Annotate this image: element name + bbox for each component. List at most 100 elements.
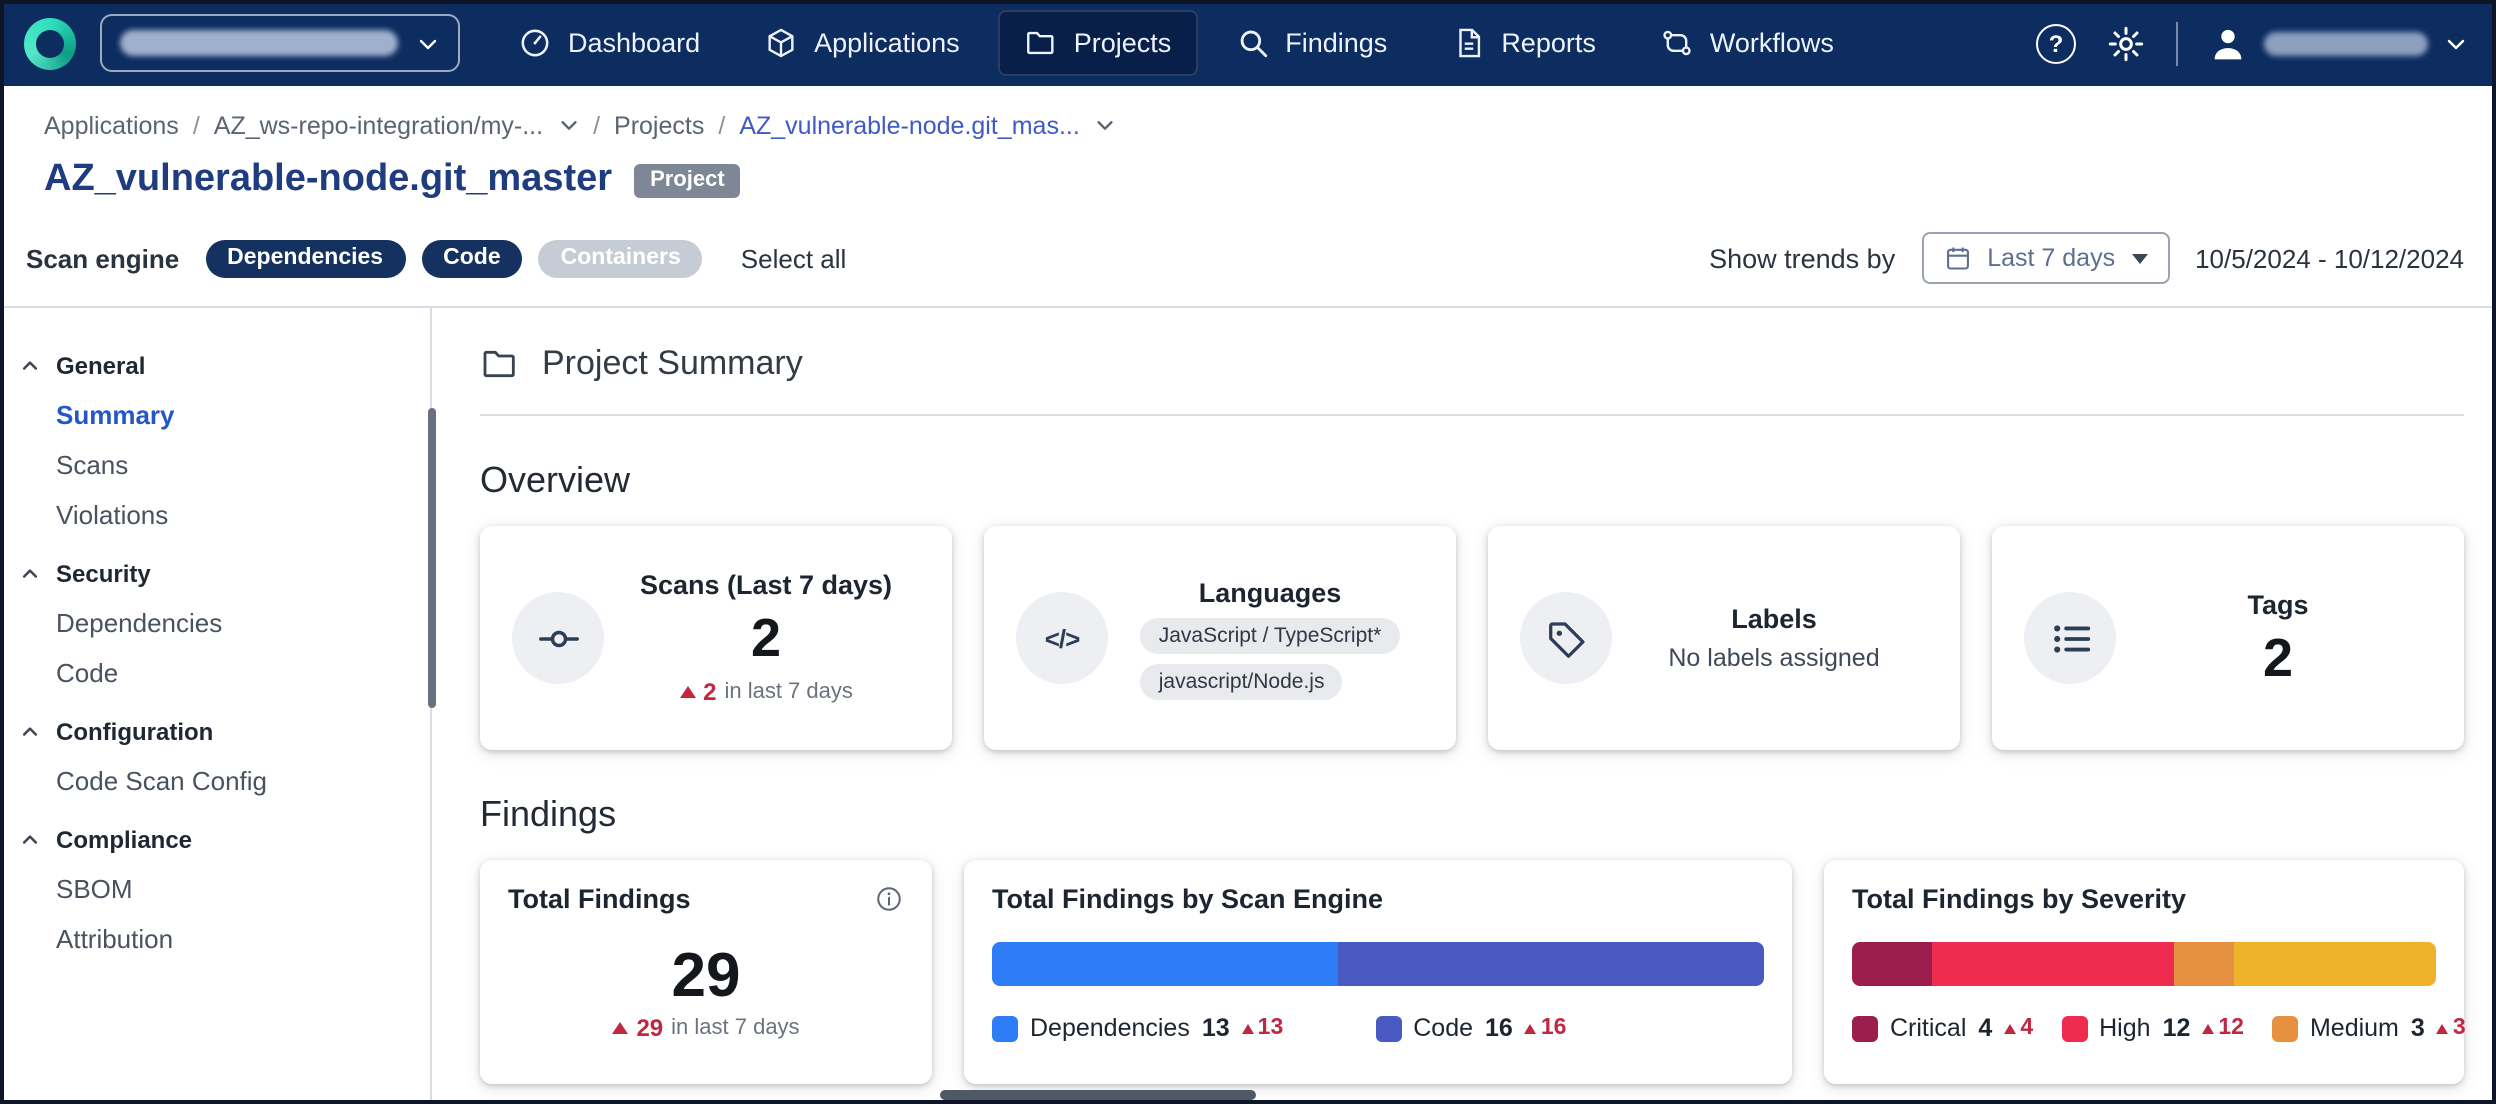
- bar-segment-medium: [2174, 942, 2234, 986]
- legend-value: 16: [1485, 1014, 1513, 1042]
- user-menu[interactable]: [2208, 23, 2468, 63]
- sidebar-section-compliance: Compliance SBOM Attribution: [20, 814, 414, 964]
- breadcrumb-application-name[interactable]: AZ_ws-repo-integration/my-...: [214, 111, 543, 139]
- card-total-findings: Total Findings 29 29 in last 7 days: [480, 860, 932, 1084]
- legend-label: Code: [1413, 1014, 1473, 1042]
- gear-icon[interactable]: [2106, 23, 2146, 63]
- trend-date-range: 10/5/2024 - 10/12/2024: [2195, 243, 2464, 273]
- list-icon: [2024, 592, 2116, 684]
- trend-suffix: in last 7 days: [671, 1015, 799, 1039]
- primary-nav: Dashboard Applications Projects Findings: [492, 10, 1860, 76]
- chevron-down-icon[interactable]: [1094, 114, 1116, 136]
- sidebar-item-code-scan-config[interactable]: Code Scan Config: [20, 756, 414, 806]
- sidebar-section-header-security[interactable]: Security: [20, 548, 414, 598]
- card-title: Scans (Last 7 days): [640, 571, 892, 601]
- card-scans: Scans (Last 7 days) 2 2 in last 7 days: [480, 526, 952, 750]
- legend-trend: 13: [1242, 1016, 1284, 1040]
- sidebar-item-summary[interactable]: Summary: [20, 390, 414, 440]
- legend-value: 3: [2411, 1014, 2425, 1042]
- sidebar-item-code[interactable]: Code: [20, 648, 414, 698]
- breadcrumb: Applications / AZ_ws-repo-integration/my…: [0, 86, 2496, 152]
- scans-trend: 2 in last 7 days: [679, 677, 853, 705]
- card-findings-by-engine: Total Findings by Scan Engine Dependenci…: [964, 860, 1792, 1084]
- section-title: General: [56, 352, 145, 380]
- trend-up-icon: [2004, 1023, 2016, 1033]
- legend-swatch: [2272, 1015, 2298, 1041]
- breadcrumb-project-name[interactable]: AZ_vulnerable-node.git_mas...: [739, 111, 1079, 139]
- bar-segment-critical: [1852, 942, 1933, 986]
- user-avatar-icon: [2208, 23, 2248, 63]
- trend-value: 29: [636, 1013, 663, 1041]
- findings-cards: Total Findings 29 29 in last 7 days: [480, 860, 2464, 1084]
- show-trends-by-label: Show trends by: [1709, 243, 1895, 273]
- sidebar-item-violations[interactable]: Violations: [20, 490, 414, 540]
- bar-segment-high: [1933, 942, 2175, 986]
- findings-section-title: Findings: [480, 794, 2464, 836]
- nav-item-workflows[interactable]: Workflows: [1634, 10, 1860, 76]
- divider: [480, 414, 2464, 416]
- code-brackets-icon: </>: [1016, 592, 1108, 684]
- nav-item-projects[interactable]: Projects: [998, 10, 1198, 76]
- vertical-divider: [2176, 21, 2178, 65]
- chevron-down-icon[interactable]: [557, 114, 579, 136]
- folder-icon: [480, 344, 520, 384]
- overview-section-title: Overview: [480, 460, 2464, 502]
- nav-label: Workflows: [1710, 28, 1834, 58]
- card-labels: Labels No labels assigned: [1488, 526, 1960, 750]
- sidebar-item-sbom[interactable]: SBOM: [20, 864, 414, 914]
- section-title: Security: [56, 560, 151, 588]
- breadcrumb-applications[interactable]: Applications: [44, 111, 179, 139]
- nav-item-dashboard[interactable]: Dashboard: [492, 10, 726, 76]
- trend-up-icon: [679, 685, 695, 697]
- sidebar-section-header-configuration[interactable]: Configuration: [20, 706, 414, 756]
- mend-logo-icon[interactable]: [24, 17, 76, 69]
- card-title: Tags: [2247, 590, 2308, 620]
- sidebar-section-general: General Summary Scans Violations: [20, 340, 414, 540]
- nav-item-applications[interactable]: Applications: [738, 10, 986, 76]
- scan-engine-toolbar: Scan engine Dependencies Code Containers…: [0, 216, 2496, 308]
- org-selector[interactable]: [100, 14, 460, 72]
- breadcrumb-projects[interactable]: Projects: [614, 111, 704, 139]
- project-summary-header: Project Summary: [480, 344, 2464, 384]
- legend-label: Dependencies: [1030, 1014, 1190, 1042]
- sidebar-item-attribution[interactable]: Attribution: [20, 914, 414, 964]
- sidebar-item-scans[interactable]: Scans: [20, 440, 414, 490]
- org-name-redacted: [120, 30, 398, 56]
- horizontal-scrollbar-thumb[interactable]: [940, 1090, 1256, 1100]
- sidebar-item-dependencies[interactable]: Dependencies: [20, 598, 414, 648]
- chevron-up-icon: [20, 830, 40, 850]
- select-all-link[interactable]: Select all: [741, 243, 847, 273]
- trend-period-dropdown[interactable]: Last 7 days: [1921, 232, 2169, 284]
- engine-pill-code[interactable]: Code: [421, 239, 523, 277]
- info-icon[interactable]: [874, 884, 904, 924]
- legend-trend: 3: [2437, 1016, 2466, 1040]
- legend-swatch: [2061, 1015, 2087, 1041]
- chevron-up-icon: [20, 564, 40, 584]
- labels-empty-text: No labels assigned: [1668, 644, 1879, 672]
- legend-item-high: High 12 12: [2061, 1014, 2244, 1042]
- legend-item-medium: Medium 3 3: [2272, 1014, 2466, 1042]
- bar-segment-code: [1338, 942, 1764, 986]
- bar-segment-dependencies: [992, 942, 1338, 986]
- nav-item-reports[interactable]: Reports: [1425, 10, 1622, 76]
- sidebar-section-header-compliance[interactable]: Compliance: [20, 814, 414, 864]
- legend-value: 12: [2163, 1014, 2191, 1042]
- breadcrumb-separator: /: [193, 111, 200, 139]
- trend-suffix: in last 7 days: [724, 679, 852, 703]
- nav-item-findings[interactable]: Findings: [1209, 10, 1413, 76]
- workflows-icon: [1660, 26, 1694, 60]
- project-type-badge: Project: [634, 163, 741, 197]
- help-icon[interactable]: ?: [2036, 23, 2076, 63]
- chevron-up-icon: [20, 722, 40, 742]
- sidebar-scrollbar-thumb[interactable]: [427, 408, 435, 708]
- language-tags: JavaScript / TypeScript* javascript/Node…: [1141, 617, 1400, 699]
- help-glyph: ?: [2049, 29, 2064, 57]
- total-findings-count: 29: [672, 943, 741, 1005]
- engine-pill-dependencies[interactable]: Dependencies: [205, 239, 405, 277]
- severity-legend: Critical 4 4 High 12 12 Medium: [1852, 1014, 2436, 1042]
- nav-utilities: ?: [2036, 21, 2468, 65]
- engine-pill-containers: Containers: [539, 239, 703, 277]
- sidebar-section-header-general[interactable]: General: [20, 340, 414, 390]
- sidebar-section-security: Security Dependencies Code: [20, 548, 414, 698]
- tags-count: 2: [2263, 630, 2293, 687]
